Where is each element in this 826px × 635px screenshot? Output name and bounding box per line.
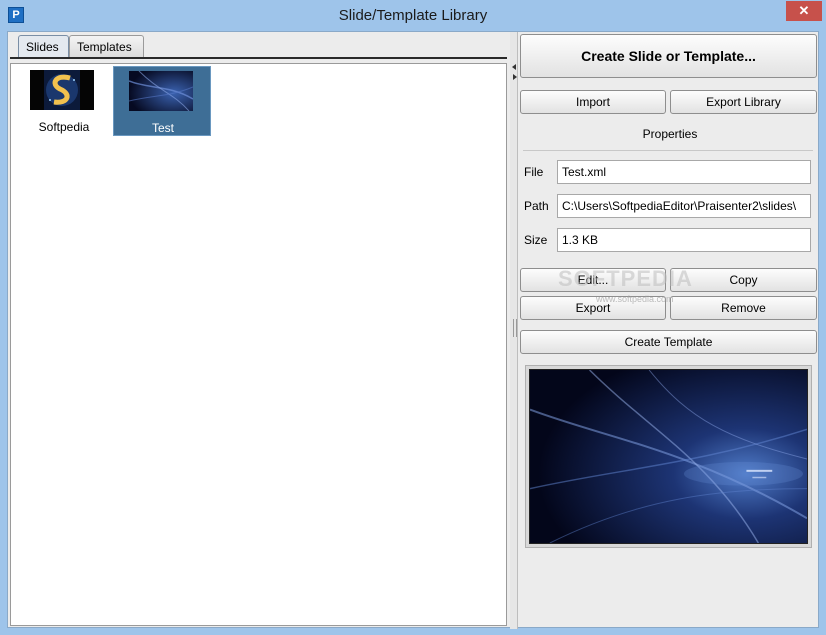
remove-button[interactable]: Remove [670,296,817,320]
export-library-button[interactable]: Export Library [670,90,817,114]
slide-thumbnail-softpedia [30,70,94,110]
file-label: File [524,165,544,179]
slide-preview-frame [525,365,812,548]
tab-underline [10,57,507,59]
close-icon: ✕ [798,3,810,18]
properties-divider [523,150,813,151]
tab-slides-label: Slides [26,40,59,54]
tab-templates-label: Templates [77,40,132,54]
tab-slides[interactable]: Slides [18,35,69,57]
slide-label-test: Test [151,121,174,135]
slide-list[interactable]: Softpedia Test [10,63,507,626]
window-title: Slide/Template Library [338,7,488,24]
client-area: Slides Templates Softpedia Test Create S… [7,31,819,629]
slide-label-softpedia: Softpedia [38,120,90,134]
file-field[interactable]: Test.xml [557,160,811,184]
close-button[interactable]: ✕ [786,1,822,21]
pane-splitter[interactable] [510,32,518,629]
create-slide-button[interactable]: Create Slide or Template... [520,34,817,78]
create-template-button[interactable]: Create Template [520,330,817,354]
watermark-logo: SOFTPEDIA [558,266,693,291]
properties-title: Properties [642,127,698,141]
slide-preview-image [529,369,808,544]
size-label: Size [524,233,548,247]
path-field[interactable]: C:\Users\SoftpediaEditor\Praisenter2\sli… [557,194,811,218]
size-field[interactable]: 1.3 KB [557,228,811,252]
splitter-grip-icon [513,319,517,337]
import-button[interactable]: Import [520,90,666,114]
slide-thumbnail-test [129,71,193,111]
tab-templates[interactable]: Templates [69,35,144,57]
collapse-right-icon[interactable] [513,74,517,80]
title-bar: P Slide/Template Library ✕ [0,0,826,31]
collapse-left-icon[interactable] [512,64,516,70]
path-label: Path [524,199,549,213]
slide-item-test[interactable]: Test [113,66,211,136]
slide-item-softpedia[interactable]: Softpedia [15,66,113,136]
app-window: P Slide/Template Library ✕ Slides Templa… [0,0,826,635]
watermark-url: www.softpedia.com [596,294,674,304]
